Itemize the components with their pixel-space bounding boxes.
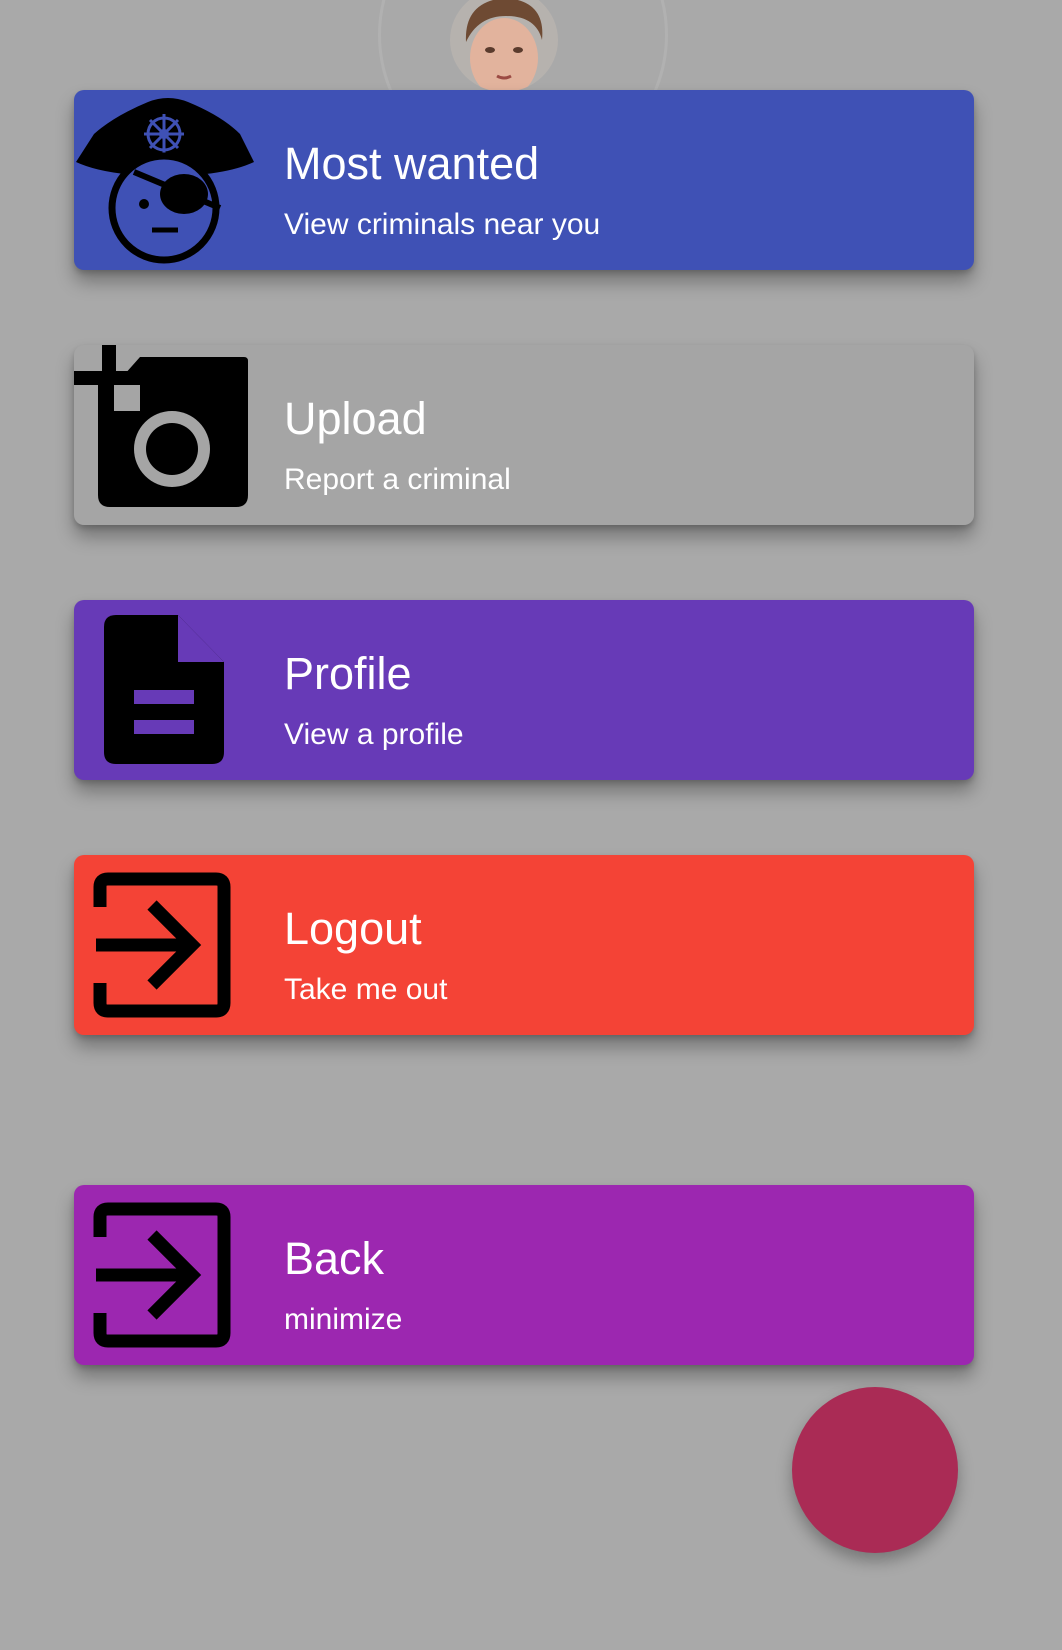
most-wanted-subtitle: View criminals near you (284, 208, 601, 241)
most-wanted-title: Most wanted (284, 138, 540, 189)
login-arrow-icon (74, 1185, 264, 1365)
upload-subtitle: Report a criminal (284, 463, 511, 496)
back-card[interactable]: Back minimize (74, 1185, 974, 1365)
upload-card[interactable]: Upload Report a criminal (74, 345, 974, 525)
back-title: Back (284, 1233, 385, 1284)
profile-card[interactable]: Profile View a profile (74, 600, 974, 780)
upload-title: Upload (284, 393, 427, 444)
profile-subtitle: View a profile (284, 718, 464, 751)
profile-title: Profile (284, 648, 412, 699)
floating-action-button[interactable] (792, 1387, 958, 1553)
logout-card[interactable]: Logout Take me out (74, 855, 974, 1035)
logout-subtitle: Take me out (284, 973, 448, 1006)
back-subtitle: minimize (284, 1303, 403, 1336)
login-arrow-icon (74, 855, 264, 1035)
pirate-icon (74, 90, 264, 270)
document-icon (74, 600, 264, 780)
logout-title: Logout (284, 903, 422, 954)
add-camera-icon (74, 345, 264, 525)
most-wanted-card[interactable]: Most wanted View criminals near you (74, 90, 974, 270)
